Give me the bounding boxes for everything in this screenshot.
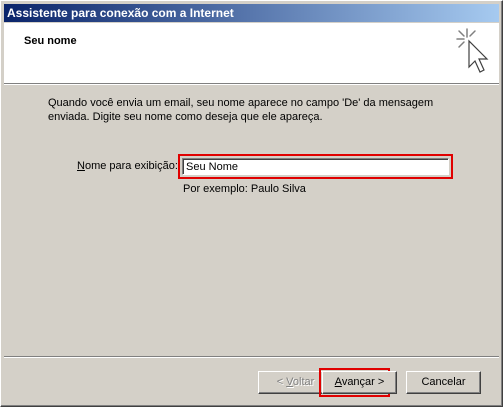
example-text: Por exemplo: Paulo Silva bbox=[183, 183, 306, 195]
display-name-label: Nome para exibição: bbox=[77, 160, 178, 172]
display-name-label-accesskey: N bbox=[77, 160, 85, 172]
wizard-header: Seu nome bbox=[4, 23, 499, 83]
next-button-accesskey: A bbox=[334, 376, 342, 388]
back-button-text: oltar bbox=[292, 376, 315, 388]
cancel-button[interactable]: Cancelar bbox=[406, 371, 481, 394]
wizard-window: Assistente para conexão com a Internet S… bbox=[0, 0, 503, 407]
description-text: Quando você envia um email, seu nome apa… bbox=[48, 97, 434, 123]
footer-separator bbox=[4, 356, 499, 358]
page-title: Seu nome bbox=[24, 35, 77, 47]
header-separator bbox=[4, 83, 499, 85]
window-title: Assistente para conexão com a Internet bbox=[4, 4, 499, 22]
sparkle-cursor-icon bbox=[456, 28, 489, 73]
display-name-label-text: ome para exibição: bbox=[84, 160, 178, 172]
next-button[interactable]: Avançar > bbox=[322, 371, 397, 394]
next-button-text: vançar > bbox=[341, 376, 385, 388]
back-button-prefix: < bbox=[276, 376, 287, 388]
back-button-accesskey: V bbox=[286, 376, 293, 388]
display-name-input[interactable] bbox=[182, 158, 449, 175]
